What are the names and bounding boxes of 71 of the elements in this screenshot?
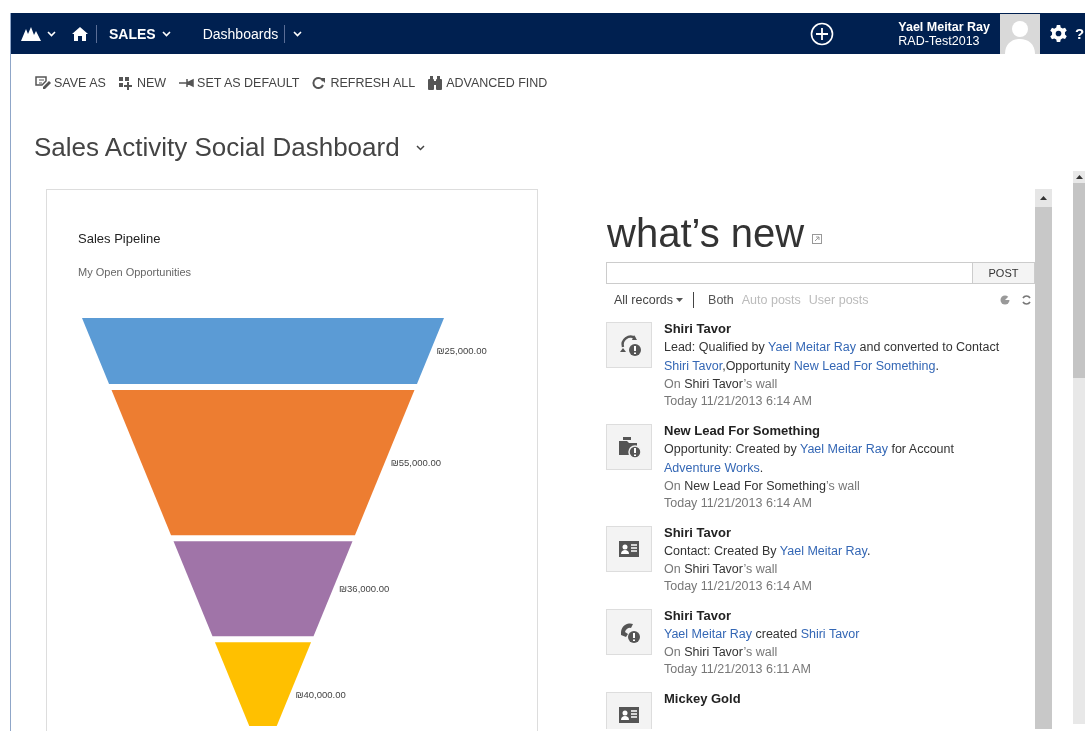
funnel-value-label: ₪25,000.00 xyxy=(436,345,487,356)
logo-icon xyxy=(21,26,41,41)
home-icon xyxy=(72,26,88,41)
post-title[interactable]: Shiri Tavor xyxy=(664,523,1034,542)
wall-text: On New Lead For Something’s wall xyxy=(664,478,861,495)
toolbar-button[interactable]: ADVANCED FIND xyxy=(425,72,556,94)
record-link[interactable]: Yael Meitar Ray xyxy=(799,442,888,456)
wall-text: On Shiri Tavor’s wall xyxy=(664,561,779,578)
post-timestamp: Today 11/21/2013 6:14 AM xyxy=(664,393,813,410)
refresh-alert-icon xyxy=(617,333,641,357)
page-scrollbar[interactable] xyxy=(1073,171,1085,724)
toolbar-button[interactable]: NEW xyxy=(115,72,175,94)
dashboard-dropdown-button[interactable] xyxy=(413,142,427,153)
plus-circle-icon xyxy=(810,21,835,46)
settings-icon xyxy=(1050,25,1067,42)
scroll-up-icon xyxy=(1040,196,1047,200)
post-timestamp: Today 11/21/2013 6:14 AM xyxy=(664,578,813,595)
folder-alert-icon xyxy=(617,435,641,459)
grid-plus-icon xyxy=(117,75,134,91)
record-link[interactable]: Yael Meitar Ray xyxy=(779,544,867,558)
record-link[interactable]: Yael Meitar Ray xyxy=(664,627,752,641)
post-timestamp: Today 11/21/2013 6:11 AM xyxy=(664,661,812,678)
user-name[interactable]: Yael Meitar Ray xyxy=(898,19,990,34)
wall-text: On Shiri Tavor’s wall xyxy=(664,376,779,393)
toolbar-button[interactable]: SET AS DEFAULT xyxy=(176,72,308,94)
chevron-down-icon xyxy=(415,144,425,151)
post-title[interactable]: Mickey Gold xyxy=(664,689,1034,708)
post-button[interactable]: POST xyxy=(973,262,1035,284)
chevron-down-icon xyxy=(161,30,171,37)
dashboard-title: Sales Activity Social Dashboard xyxy=(34,132,400,163)
scroll-up-icon xyxy=(1075,175,1083,179)
popout-icon xyxy=(812,234,823,244)
activity-text: Contact: Created By Yael Meitar Ray. xyxy=(664,543,872,560)
chart-title: Sales Pipeline xyxy=(78,231,162,246)
chevron-down-icon xyxy=(293,30,303,37)
records-filter-dropdown[interactable]: All records xyxy=(614,293,684,307)
organization-name: RAD-Test2013 xyxy=(898,33,980,48)
feed-filter-tab[interactable]: Both xyxy=(708,293,734,307)
post-input-field[interactable] xyxy=(606,262,973,284)
post-timestamp: Today 11/21/2013 6:14 AM xyxy=(664,495,813,512)
funnel-value-label: ₪36,000.00 xyxy=(339,582,390,594)
scrollbar-thumb[interactable] xyxy=(1073,183,1085,378)
funnel-value-label: ₪40,000.00 xyxy=(295,689,346,701)
toolbar-button[interactable]: SAVE AS xyxy=(33,72,114,94)
binoculars-icon xyxy=(427,75,444,91)
post-title[interactable]: New Lead For Something xyxy=(664,421,1034,440)
record-link[interactable]: Shiri Tavor xyxy=(664,359,723,373)
wall-text: On Shiri Tavor’s wall xyxy=(664,644,779,661)
toolbar-button[interactable]: REFRESH ALL xyxy=(309,72,424,94)
feed-scrollbar[interactable] xyxy=(1035,189,1052,729)
activity-text: Yael Meitar Ray created Shiri Tavor xyxy=(664,626,861,643)
activity-text: Opportunity: Created by Yael Meitar Ray for Account Adventure Works. xyxy=(664,441,955,477)
post-title[interactable]: Shiri Tavor xyxy=(664,606,1034,625)
caret-down-icon xyxy=(676,298,684,302)
avatar-icon xyxy=(1000,13,1040,54)
refresh-icon xyxy=(311,75,328,91)
post-title[interactable]: Shiri Tavor xyxy=(664,319,1034,338)
record-link[interactable]: Yael Meitar Ray xyxy=(768,340,856,354)
help-button[interactable]: ? xyxy=(1075,13,1085,54)
record-link[interactable]: Shiri Tavor xyxy=(800,627,860,641)
save-icon xyxy=(35,75,51,91)
pie-icon xyxy=(1000,295,1010,305)
activity-text: Lead: Qualified by Yael Meitar Ray and converted to Contact Shiri Tavor,Opportunity New Lead For Something. xyxy=(664,339,1001,375)
refresh-icon xyxy=(1022,294,1031,306)
area-menu[interactable]: Dashboards xyxy=(184,13,285,54)
chevron-down-icon xyxy=(47,30,56,37)
record-link[interactable]: Adventure Works xyxy=(664,461,760,475)
module-menu[interactable]: SALES xyxy=(97,13,185,54)
feed-title: what’s new xyxy=(607,210,805,257)
funnel-value-label: ₪55,000.00 xyxy=(390,456,442,468)
chart-subtitle: My Open Opportunities xyxy=(78,266,193,278)
